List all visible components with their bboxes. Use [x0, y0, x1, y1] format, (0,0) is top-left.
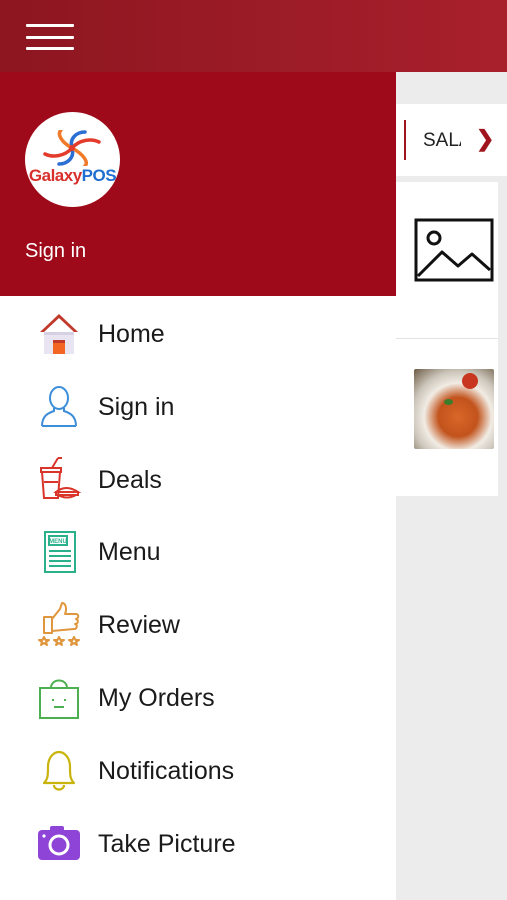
menu-item-menu[interactable]: MENU Menu [0, 514, 396, 587]
main-content: SALA ❯ [396, 72, 507, 900]
menu-item-label: Notifications [98, 756, 235, 785]
logo-text-pos: POS [81, 166, 117, 185]
menu-item-take-picture[interactable]: Take Picture [0, 806, 396, 879]
app-top-bar [0, 0, 507, 72]
drawer-header: GalaxyPOS Sign in [0, 72, 396, 296]
menu-item-label: Home [98, 320, 165, 348]
menu-card-icon: MENU [44, 531, 76, 574]
svg-text:MENU: MENU [49, 539, 67, 545]
menu-item-label: Sign in [98, 392, 175, 421]
menu-item-label: My Orders [98, 683, 215, 712]
pasta-dish-photo[interactable] [414, 369, 494, 449]
category-label[interactable]: SALA [423, 130, 461, 152]
menu-item-label: Review [98, 611, 180, 640]
header-sign-in-link[interactable]: Sign in [25, 240, 86, 263]
menu-item-label: Take Picture [98, 829, 236, 858]
logo-text-galaxy: Galaxy [28, 166, 82, 185]
shopping-bag-icon [39, 679, 79, 719]
galaxypos-logo: GalaxyPOS [25, 112, 120, 207]
navigation-drawer: GalaxyPOS Sign in Home Sign in Deals MEN… [0, 72, 396, 900]
deals-food-icon [40, 456, 82, 499]
menu-item-sign-in[interactable]: Sign in [0, 369, 396, 442]
menu-item-label: Menu [98, 538, 161, 567]
menu-item-home[interactable]: Home [0, 296, 396, 369]
product-list-card [396, 182, 498, 496]
category-tab-bar[interactable]: SALA ❯ [396, 104, 507, 176]
chevron-right-icon[interactable]: ❯ [476, 126, 494, 152]
category-divider [404, 120, 406, 160]
bell-icon [42, 750, 76, 791]
menu-item-deals[interactable]: Deals [0, 442, 396, 515]
image-placeholder-icon[interactable] [414, 218, 494, 282]
home-icon [40, 314, 78, 354]
menu-item-my-orders[interactable]: My Orders [0, 660, 396, 733]
menu-item-label: Deals [98, 465, 162, 494]
drawer-menu: Home Sign in Deals MENU Menu Review My O… [0, 296, 396, 878]
user-icon [41, 385, 77, 427]
thumbs-up-stars-icon [38, 602, 80, 647]
hamburger-menu-icon[interactable] [26, 24, 74, 50]
menu-item-notifications[interactable]: Notifications [0, 733, 396, 806]
camera-icon [38, 825, 80, 860]
menu-item-review[interactable]: Review [0, 587, 396, 660]
list-divider [396, 338, 498, 339]
